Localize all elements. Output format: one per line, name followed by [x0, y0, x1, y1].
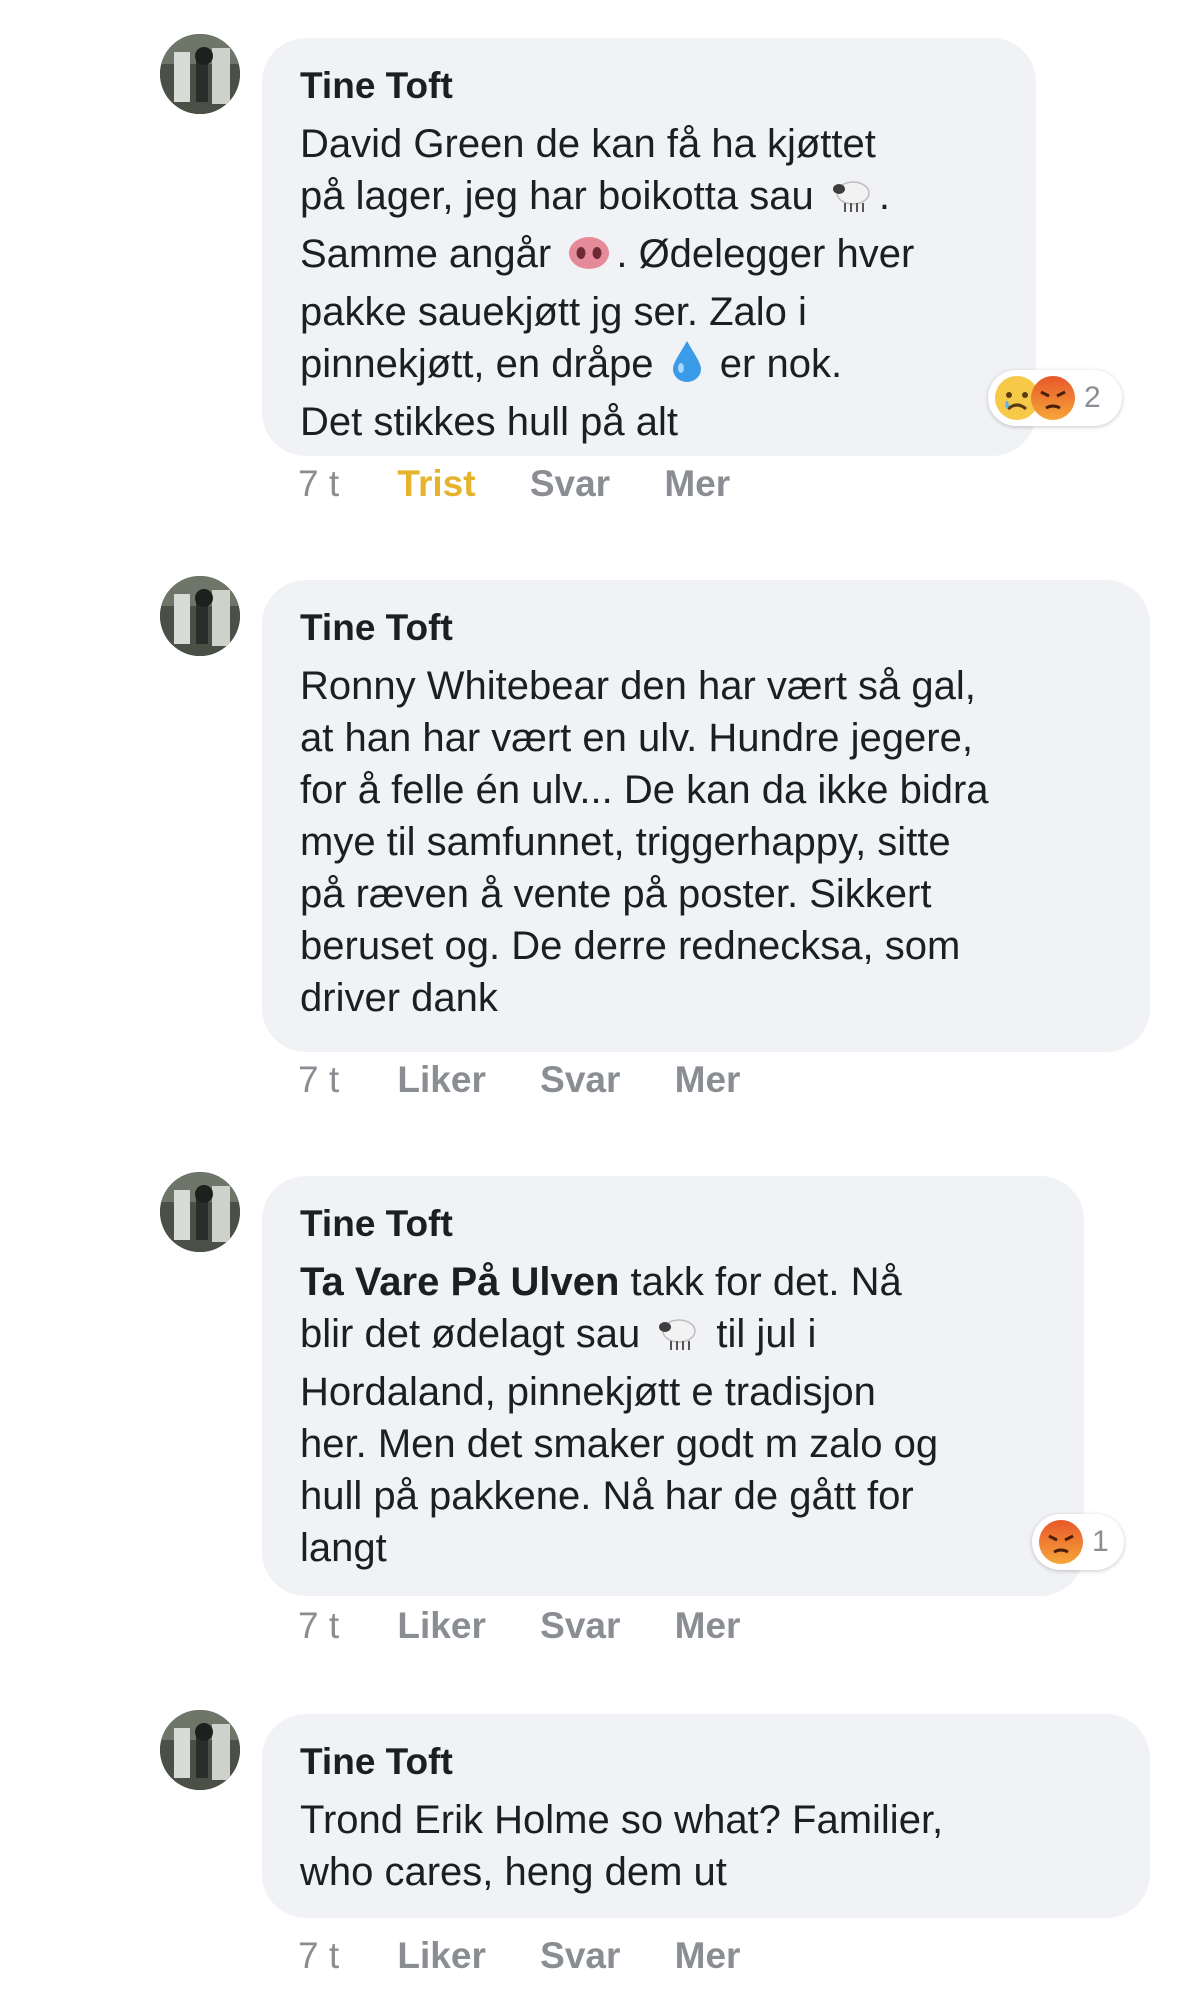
sheep-icon — [655, 1313, 701, 1366]
text-line: mye til samfunnet, triggerhappy, sitte — [300, 820, 951, 864]
comment-actions: 7 t Liker Svar Mer — [298, 1058, 784, 1102]
text-line: Hordaland, pinnekjøtt e tradisjon — [300, 1370, 876, 1414]
avatar[interactable] — [160, 1710, 240, 1790]
comment-bubble: Tine Toft Ta Vare På Ulven takk for det.… — [262, 1176, 1084, 1596]
comment-time[interactable]: 7 t — [298, 462, 339, 506]
text-span: er nok. — [708, 342, 843, 386]
reactions-summary[interactable]: 1 — [1032, 1514, 1124, 1570]
avatar[interactable] — [160, 576, 240, 656]
comment-text: Ta Vare På Ulven takk for det. Nå blir d… — [300, 1256, 1048, 1574]
reaction-button[interactable]: Trist — [397, 462, 475, 506]
droplet-icon — [669, 339, 705, 396]
avatar[interactable] — [160, 34, 240, 114]
more-button[interactable]: Mer — [675, 1934, 741, 1978]
text-line: Ta Vare På Ulven takk for det. Nå — [300, 1256, 1048, 1308]
comment-time[interactable]: 7 t — [298, 1604, 339, 1648]
reaction-count: 2 — [1084, 381, 1101, 414]
comment-actions: 7 t Liker Svar Mer — [298, 1604, 784, 1648]
text-line: Det stikkes hull på alt — [300, 400, 678, 444]
like-button[interactable]: Liker — [397, 1934, 485, 1978]
like-button[interactable]: Liker — [397, 1604, 485, 1648]
text-line: pakke sauekjøtt jg ser. Zalo i — [300, 290, 807, 334]
comment-actions: 7 t Trist Svar Mer — [298, 462, 774, 506]
comment-text: Ronny Whitebear den har vært så gal, at … — [300, 660, 1114, 1024]
comment-bubble: Tine Toft Ronny Whitebear den har vært s… — [262, 580, 1150, 1052]
text-span: Samme angår — [300, 232, 563, 276]
more-button[interactable]: Mer — [664, 462, 730, 506]
comment-author[interactable]: Tine Toft — [300, 1740, 1114, 1784]
more-button[interactable]: Mer — [675, 1058, 741, 1102]
comment-author[interactable]: Tine Toft — [300, 64, 1000, 108]
text-line: for å felle én ulv... De kan da ikke bid… — [300, 768, 989, 812]
text-line: blir det ødelagt sau til jul i — [300, 1308, 1048, 1366]
comment-actions: 7 t Liker Svar Mer — [298, 1934, 784, 1978]
text-line: Samme angår . Ødelegger hver — [300, 228, 1000, 286]
text-line: who cares, heng dem ut — [300, 1850, 727, 1894]
comment-text: David Green de kan få ha kjøttet på lage… — [300, 118, 1000, 448]
comment-bubble: Tine Toft David Green de kan få ha kjøtt… — [262, 38, 1036, 456]
reaction-count: 1 — [1092, 1525, 1109, 1558]
mention-link[interactable]: Ta Vare På Ulven — [300, 1260, 619, 1304]
comment-bubble: Tine Toft Trond Erik Holme so what? Fami… — [262, 1714, 1150, 1918]
text-line: beruset og. De derre rednecksa, som — [300, 924, 961, 968]
text-span: pinnekjøtt, en dråpe — [300, 342, 665, 386]
text-line: driver dank — [300, 976, 498, 1020]
text-span: på lager, jeg har boikotta sau — [300, 174, 825, 218]
text-span: til jul i — [705, 1312, 817, 1356]
reactions-summary[interactable]: 2 — [988, 370, 1122, 426]
text-line: Trond Erik Holme so what? Familier, — [300, 1798, 944, 1842]
text-line: langt — [300, 1526, 387, 1570]
text-line: at han har vært en ulv. Hundre jegere, — [300, 716, 973, 760]
reply-button[interactable]: Svar — [530, 462, 610, 506]
comment-time[interactable]: 7 t — [298, 1058, 339, 1102]
text-line: hull på pakkene. Nå har de gått for — [300, 1474, 914, 1518]
angry-reaction-icon — [1030, 375, 1076, 421]
text-line: pinnekjøtt, en dråpe er nok. — [300, 338, 1000, 396]
text-span: . Ødelegger hver — [616, 232, 915, 276]
text-span: blir det ødelagt sau — [300, 1312, 652, 1356]
sheep-icon — [829, 175, 875, 228]
text-line: David Green de kan få ha kjøttet — [300, 122, 876, 166]
comment-author[interactable]: Tine Toft — [300, 606, 1114, 650]
comment-text: Trond Erik Holme so what? Familier, who … — [300, 1794, 1114, 1898]
comment-time[interactable]: 7 t — [298, 1934, 339, 1978]
reply-button[interactable]: Svar — [540, 1604, 620, 1648]
text-span: takk for det. Nå — [619, 1260, 902, 1304]
avatar[interactable] — [160, 1172, 240, 1252]
text-span: . — [878, 174, 890, 218]
like-button[interactable]: Liker — [397, 1058, 485, 1102]
comment-author[interactable]: Tine Toft — [300, 1202, 1048, 1246]
text-line: her. Men det smaker godt m zalo og — [300, 1422, 939, 1466]
more-button[interactable]: Mer — [675, 1604, 741, 1648]
angry-reaction-icon — [1038, 1519, 1084, 1565]
text-line: Ronny Whitebear den har vært så gal, — [300, 664, 976, 708]
text-line: på ræven å vente på poster. Sikkert — [300, 872, 932, 916]
text-line: på lager, jeg har boikotta sau . — [300, 170, 1000, 228]
pig-nose-icon — [566, 233, 612, 286]
reply-button[interactable]: Svar — [540, 1058, 620, 1102]
reply-button[interactable]: Svar — [540, 1934, 620, 1978]
